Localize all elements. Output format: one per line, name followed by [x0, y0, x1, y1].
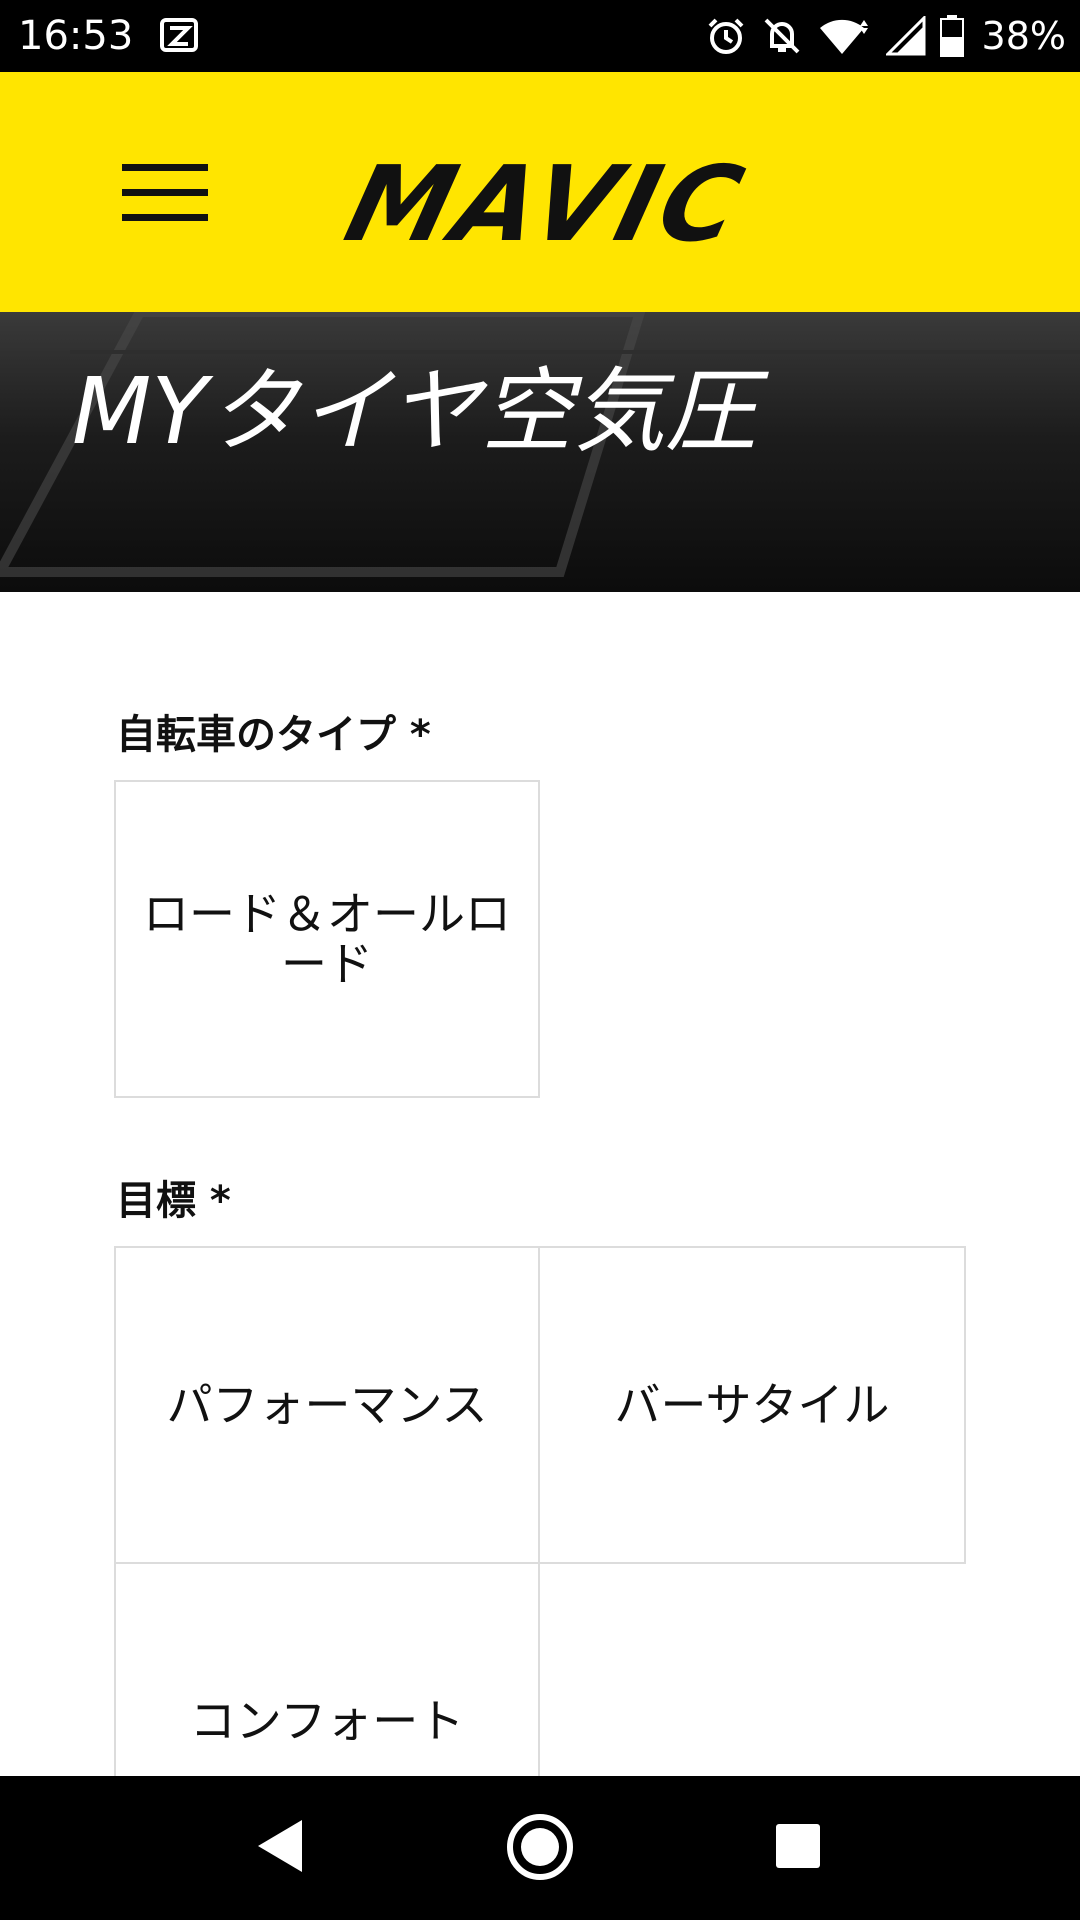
option-versatile[interactable]: バーサタイル	[538, 1246, 966, 1564]
goal-label: 目標 *	[116, 1178, 231, 1224]
alarm-icon	[708, 18, 743, 54]
back-icon[interactable]	[254, 1816, 306, 1876]
system-nav-bar	[0, 1776, 1080, 1920]
signal-icon	[885, 16, 926, 56]
hamburger-menu-icon[interactable]	[112, 152, 208, 232]
option-road-allroad[interactable]: ロード＆オールロード	[114, 780, 540, 1098]
hero-banner: MYタイヤ空気圧	[0, 312, 1080, 592]
wifi-icon	[819, 19, 868, 54]
option-comfort[interactable]: コンフォート	[114, 1562, 540, 1776]
status-icons: 38%	[706, 10, 1066, 62]
page-title: MYタイヤ空気圧	[72, 358, 757, 465]
option-performance[interactable]: パフォーマンス	[114, 1246, 540, 1564]
tire-pressure-form: 自転車のタイプ * ロード＆オールロード 目標 * パフォーマンス バーサタイル…	[0, 592, 1080, 1776]
battery-icon	[939, 15, 964, 57]
battery-level: 38%	[981, 14, 1066, 58]
status-time: 16:53	[18, 13, 134, 59]
notifications-off-icon	[764, 18, 799, 54]
app-notification-icon	[160, 18, 198, 52]
recents-icon[interactable]	[774, 1822, 822, 1870]
bike-type-label: 自転車のタイプ *	[116, 712, 431, 758]
mavic-logo[interactable]: MAVIC	[335, 143, 758, 265]
home-icon[interactable]	[505, 1812, 575, 1882]
app-header: MAVIC	[0, 72, 1080, 312]
status-bar: 16:53 38%	[0, 0, 1080, 72]
